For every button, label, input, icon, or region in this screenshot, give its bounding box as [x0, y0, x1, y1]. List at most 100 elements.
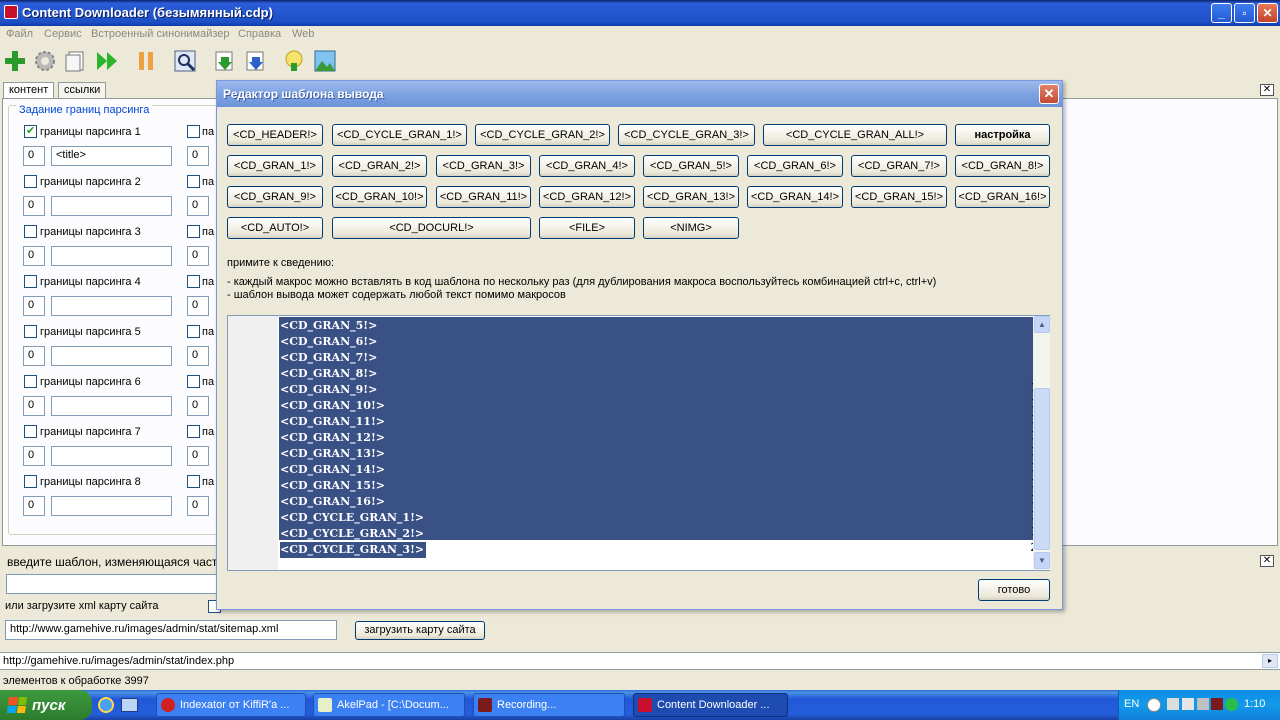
macro-cd-gran-4[interactable]: <CD_GRAN_4!>	[539, 155, 635, 177]
macro-cd-gran-11[interactable]: <CD_GRAN_11!>	[436, 186, 531, 208]
pause-icon[interactable]	[133, 48, 159, 74]
sitemap-url-input[interactable]: http://www.gamehive.ru/images/admin/stat…	[5, 620, 337, 640]
panel-close-icon[interactable]: ✕	[1260, 84, 1274, 96]
import-down-icon[interactable]	[212, 48, 238, 74]
done-button[interactable]: готово	[978, 579, 1050, 601]
macro-cd-gran-10[interactable]: <CD_GRAN_10!>	[332, 186, 427, 208]
bounds-num-11[interactable]: 0	[187, 246, 209, 266]
task-recording[interactable]: Recording...	[473, 693, 625, 717]
volume-icon[interactable]	[1197, 698, 1209, 710]
bounds-text-6[interactable]	[51, 396, 172, 416]
add-icon[interactable]	[2, 48, 28, 74]
bounds-num-6[interactable]: 0	[23, 396, 45, 416]
macro-cd-cycle-gran-1[interactable]: <CD_CYCLE_GRAN_1!>	[332, 124, 467, 146]
bounds-text-7[interactable]	[51, 446, 172, 466]
scroll-thumb[interactable]	[1034, 388, 1050, 550]
template-input[interactable]	[6, 574, 218, 594]
macro-cd-cycle-gran-all[interactable]: <CD_CYCLE_GRAN_ALL!>	[763, 124, 947, 146]
ie-icon[interactable]	[98, 697, 114, 713]
bounds-checkbox-15[interactable]	[187, 425, 200, 438]
bounds-num-16[interactable]: 0	[187, 496, 209, 516]
bottom-close-icon[interactable]: ✕	[1260, 555, 1274, 567]
bounds-num-9[interactable]: 0	[187, 146, 209, 166]
bounds-checkbox-11[interactable]	[187, 225, 200, 238]
load-sitemap-button[interactable]: загрузить карту сайта	[355, 621, 485, 640]
close-button[interactable]: ✕	[1257, 3, 1278, 23]
task-akelpad[interactable]: AkelPad - [C:\Docum...	[313, 693, 465, 717]
menu-service[interactable]: Сервис	[44, 28, 82, 40]
menu-file[interactable]: Файл	[6, 28, 33, 40]
macro-file[interactable]: <FILE>	[539, 217, 635, 239]
bounds-checkbox-9[interactable]	[187, 125, 200, 138]
settings-button[interactable]: настройка	[955, 124, 1050, 146]
bounds-num-3[interactable]: 0	[23, 246, 45, 266]
macro-cd-gran-6[interactable]: <CD_GRAN_6!>	[747, 155, 843, 177]
copy-pages-icon[interactable]	[62, 48, 88, 74]
macro-cd-auto[interactable]: <CD_AUTO!>	[227, 217, 323, 239]
tab-content[interactable]: контент	[3, 82, 55, 99]
gear-icon[interactable]	[32, 48, 58, 74]
macro-cd-gran-13[interactable]: <CD_GRAN_13!>	[643, 186, 739, 208]
macro-cd-cycle-gran-3[interactable]: <CD_CYCLE_GRAN_3!>	[618, 124, 755, 146]
bounds-text-1[interactable]: <title>	[51, 146, 172, 166]
bounds-checkbox-7[interactable]	[24, 425, 37, 438]
bounds-checkbox-5[interactable]	[24, 325, 37, 338]
show-desktop-icon[interactable]	[121, 698, 138, 712]
tray-app-icon[interactable]	[1182, 698, 1194, 710]
scroll-up-icon[interactable]: ▲	[1034, 316, 1050, 333]
bounds-checkbox-3[interactable]	[24, 225, 37, 238]
macro-cd-docurl[interactable]: <CD_DOCURL!>	[332, 217, 531, 239]
macro-cd-gran-15[interactable]: <CD_GRAN_15!>	[851, 186, 947, 208]
bounds-checkbox-8[interactable]	[24, 475, 37, 488]
bounds-checkbox-16[interactable]	[187, 475, 200, 488]
preview-icon[interactable]	[172, 48, 198, 74]
editor-scrollbar[interactable]: ▲ ▼	[1033, 316, 1050, 570]
bounds-num-8[interactable]: 0	[23, 496, 45, 516]
bounds-text-8[interactable]	[51, 496, 172, 516]
macro-cd-gran-7[interactable]: <CD_GRAN_7!>	[851, 155, 947, 177]
bounds-text-3[interactable]	[51, 246, 172, 266]
url-scroll-icon[interactable]: ▸	[1262, 654, 1278, 668]
bounds-num-15[interactable]: 0	[187, 446, 209, 466]
task-indexator[interactable]: Indexator от KiffiR'a ...	[156, 693, 306, 717]
bounds-num-4[interactable]: 0	[23, 296, 45, 316]
macro-cd-header[interactable]: <CD_HEADER!>	[227, 124, 323, 146]
folder-refresh-icon[interactable]	[281, 48, 307, 74]
bounds-checkbox-13[interactable]	[187, 325, 200, 338]
macro-cd-gran-2[interactable]: <CD_GRAN_2!>	[332, 155, 427, 177]
bounds-text-4[interactable]	[51, 296, 172, 316]
fast-forward-icon[interactable]	[94, 48, 120, 74]
macro-cd-gran-16[interactable]: <CD_GRAN_16!>	[955, 186, 1050, 208]
bounds-num-7[interactable]: 0	[23, 446, 45, 466]
macro-cd-gran-1[interactable]: <CD_GRAN_1!>	[227, 155, 323, 177]
image-icon[interactable]	[312, 48, 338, 74]
network-icon[interactable]	[1167, 698, 1179, 710]
macro-cd-cycle-gran-2[interactable]: <CD_CYCLE_GRAN_2!>	[475, 124, 610, 146]
macro-cd-gran-12[interactable]: <CD_GRAN_12!>	[539, 186, 635, 208]
macro-cd-gran-5[interactable]: <CD_GRAN_5!>	[643, 155, 739, 177]
macro-cd-gran-14[interactable]: <CD_GRAN_14!>	[747, 186, 843, 208]
export-down-icon[interactable]	[243, 48, 269, 74]
bounds-text-5[interactable]	[51, 346, 172, 366]
task-content-downloader[interactable]: Content Downloader ...	[633, 693, 788, 717]
start-button[interactable]: пуск	[0, 690, 92, 720]
bounds-checkbox-4[interactable]	[24, 275, 37, 288]
bounds-num-14[interactable]: 0	[187, 396, 209, 416]
menu-synonymizer[interactable]: Встроенный синонимайзер	[91, 28, 230, 40]
bounds-checkbox-1[interactable]	[24, 124, 37, 138]
macro-cd-gran-3[interactable]: <CD_GRAN_3!>	[436, 155, 531, 177]
bounds-text-2[interactable]	[51, 196, 172, 216]
template-editor[interactable]: 6 <CD_GRAN_5!> 7 <CD_GRAN_6!> 8 <CD_GRAN…	[227, 315, 1050, 571]
tab-links[interactable]: ссылки	[58, 82, 107, 99]
bounds-checkbox-2[interactable]	[24, 175, 37, 188]
bounds-checkbox-12[interactable]	[187, 275, 200, 288]
minimize-button[interactable]: _	[1211, 3, 1232, 23]
dialog-close-button[interactable]: ✕	[1039, 84, 1059, 104]
language-indicator[interactable]: EN	[1124, 698, 1139, 710]
bounds-num-12[interactable]: 0	[187, 296, 209, 316]
recorder-tray-icon[interactable]	[1211, 698, 1223, 710]
bounds-num-13[interactable]: 0	[187, 346, 209, 366]
bounds-checkbox-10[interactable]	[187, 175, 200, 188]
bounds-num-10[interactable]: 0	[187, 196, 209, 216]
scroll-down-icon[interactable]: ▼	[1034, 552, 1050, 569]
